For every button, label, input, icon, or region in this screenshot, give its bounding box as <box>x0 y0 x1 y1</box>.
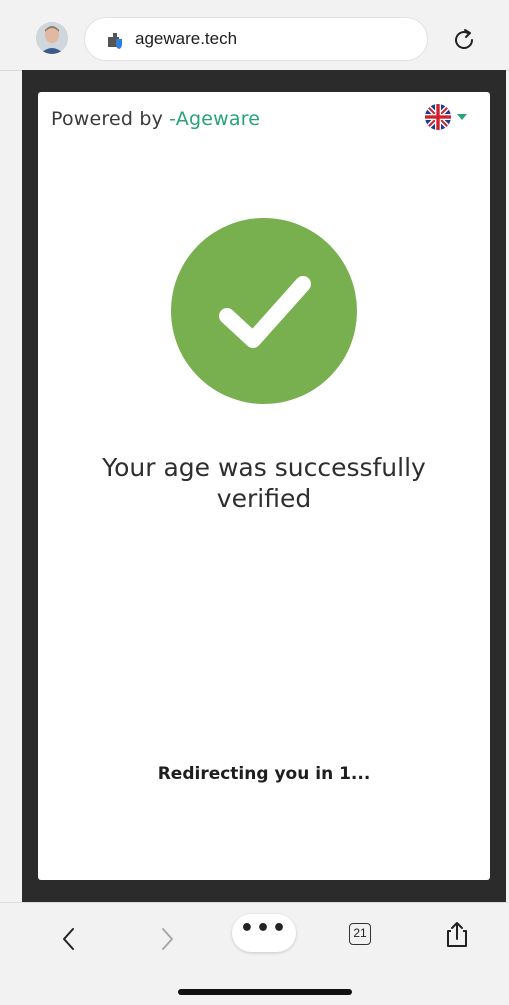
tabs-button[interactable]: 21 <box>349 923 371 945</box>
reload-icon[interactable] <box>450 26 478 54</box>
forward-icon[interactable] <box>151 923 183 955</box>
profile-avatar[interactable] <box>36 22 68 54</box>
ageware-logo[interactable]: -Ageware <box>169 108 260 130</box>
back-icon[interactable] <box>53 923 85 955</box>
checkmark-icon <box>219 276 311 348</box>
verification-card: Powered by -Ageware Your age was success… <box>38 92 490 880</box>
success-badge <box>171 218 357 404</box>
browser-bottom-bar: ••• 21 <box>0 902 509 1005</box>
avatar-image <box>36 22 68 54</box>
url-text: ageware.tech <box>135 29 238 48</box>
caret-down-icon <box>457 114 467 120</box>
uk-flag-icon <box>425 104 451 130</box>
powered-by-label: Powered by <box>51 108 164 130</box>
language-selector[interactable] <box>424 103 472 131</box>
success-message: Your age was successfully verified <box>68 452 460 514</box>
more-menu-button[interactable]: ••• <box>232 914 296 952</box>
success-message-line-2: verified <box>216 484 312 513</box>
site-shield-icon <box>108 33 122 49</box>
share-icon[interactable] <box>441 919 473 951</box>
address-bar[interactable]: ageware.tech <box>84 17 428 61</box>
success-message-line-1: Your age was successfully <box>102 453 426 482</box>
home-indicator <box>178 989 352 995</box>
powered-by: Powered by -Ageware <box>51 108 260 130</box>
redirect-status: Redirecting you in 1... <box>157 764 371 784</box>
browser-top-bar: ageware.tech <box>0 0 509 71</box>
